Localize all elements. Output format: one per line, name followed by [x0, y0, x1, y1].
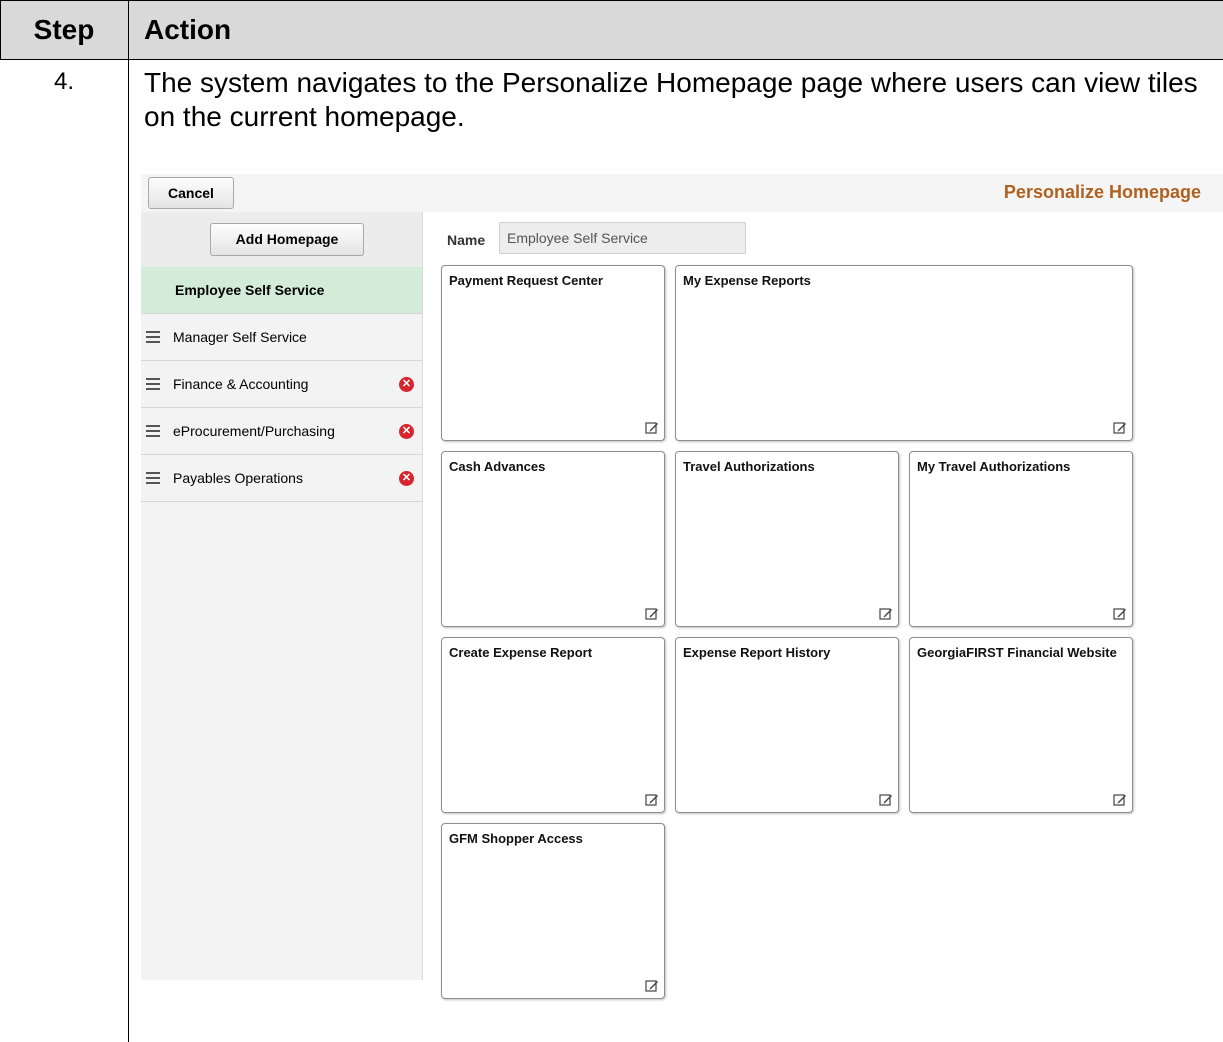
remove-circle-icon[interactable]: ✕ — [399, 424, 414, 439]
homepage-item-label: Manager Self Service — [173, 329, 307, 345]
edit-pencil-icon[interactable] — [879, 607, 893, 621]
homepage-sidebar: Add Homepage Employee Self Service Manag… — [141, 212, 423, 980]
edit-pencil-icon[interactable] — [645, 421, 659, 435]
header-step: Step — [33, 14, 95, 45]
homepage-item-employee-self-service[interactable]: Employee Self Service — [141, 267, 422, 314]
drag-handle-icon[interactable] — [146, 425, 160, 437]
tile-title: My Expense Reports — [683, 273, 811, 288]
tile-title: Cash Advances — [449, 459, 546, 474]
homepage-item-label: Payables Operations — [173, 470, 303, 486]
tile-title: Expense Report History — [683, 645, 831, 660]
procedure-table: Step Action 4. The system navigates to t… — [0, 0, 1223, 1042]
edit-pencil-icon[interactable] — [1113, 793, 1127, 807]
homepage-item-label: eProcurement/Purchasing — [173, 423, 335, 439]
add-homepage-area: Add Homepage — [141, 212, 422, 267]
remove-circle-icon[interactable]: ✕ — [399, 471, 414, 486]
homepage-name-input[interactable]: Employee Self Service — [499, 222, 746, 254]
tile-payment-request-center[interactable]: Payment Request Center — [441, 265, 665, 441]
add-homepage-button[interactable]: Add Homepage — [210, 223, 364, 256]
app-screenshot: Cancel Personalize Homepage Add Homepage… — [141, 174, 1223, 999]
tile-title: Create Expense Report — [449, 645, 593, 660]
homepage-item-eprocurement-purchasing[interactable]: eProcurement/Purchasing ✕ — [141, 408, 422, 455]
tile-expense-report-history[interactable]: Expense Report History — [675, 637, 899, 813]
tile-title: Travel Authorizations — [683, 459, 815, 474]
step-number: 4. — [53, 68, 74, 95]
homepage-item-manager-self-service[interactable]: Manager Self Service — [141, 314, 422, 361]
edit-pencil-icon[interactable] — [879, 793, 893, 807]
cancel-button[interactable]: Cancel — [148, 177, 234, 209]
top-bar: Cancel Personalize Homepage — [141, 174, 1223, 212]
tile-create-expense-report[interactable]: Create Expense Report — [441, 637, 665, 813]
tile-title: My Travel Authorizations — [917, 459, 1071, 474]
tile-my-travel-authorizations[interactable]: My Travel Authorizations — [909, 451, 1133, 627]
drag-handle-icon[interactable] — [146, 331, 160, 343]
remove-circle-icon[interactable]: ✕ — [399, 377, 414, 392]
step-description: The system navigates to the Personalize … — [144, 67, 1198, 132]
tile-title: GeorgiaFIRST Financial Website — [917, 645, 1117, 660]
tile-cash-advances[interactable]: Cash Advances — [441, 451, 665, 627]
edit-pencil-icon[interactable] — [645, 979, 659, 993]
drag-handle-icon[interactable] — [146, 378, 160, 390]
edit-pencil-icon[interactable] — [645, 607, 659, 621]
table-border-left — [0, 0, 1, 60]
tile-gfm-shopper-access[interactable]: GFM Shopper Access — [441, 823, 665, 999]
homepage-item-label: Employee Self Service — [175, 282, 325, 298]
homepage-item-label: Finance & Accounting — [173, 376, 309, 392]
tile-title: Payment Request Center — [449, 273, 603, 288]
edit-pencil-icon[interactable] — [645, 793, 659, 807]
homepage-item-finance-accounting[interactable]: Finance & Accounting ✕ — [141, 361, 422, 408]
tile-my-expense-reports[interactable]: My Expense Reports — [675, 265, 1133, 441]
tile-area: Name Employee Self Service Payment Reque… — [424, 212, 1223, 999]
edit-pencil-icon[interactable] — [1113, 607, 1127, 621]
table-header-row: Step Action — [0, 0, 1223, 60]
tile-title: GFM Shopper Access — [449, 831, 583, 846]
name-label: Name — [447, 232, 486, 248]
header-action: Action — [144, 14, 232, 45]
edit-pencil-icon[interactable] — [1113, 421, 1127, 435]
table-column-divider — [128, 0, 129, 1042]
tile-georgiafirst-financial-website[interactable]: GeorgiaFIRST Financial Website — [909, 637, 1133, 813]
homepage-item-payables-operations[interactable]: Payables Operations ✕ — [141, 455, 422, 502]
drag-handle-icon[interactable] — [146, 472, 160, 484]
page-title: Personalize Homepage — [1003, 182, 1201, 202]
tile-travel-authorizations[interactable]: Travel Authorizations — [675, 451, 899, 627]
